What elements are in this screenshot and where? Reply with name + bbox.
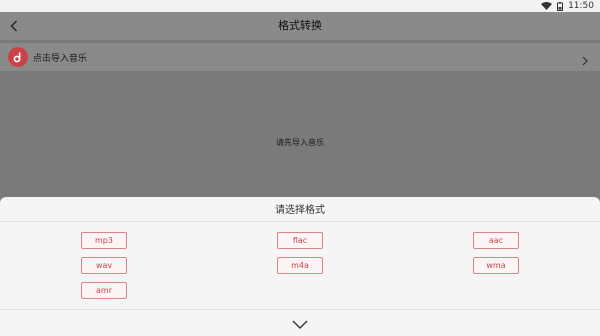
page-title: 格式转换: [278, 19, 322, 32]
chevron-down-icon: [292, 314, 308, 333]
app-bar: 格式转换: [0, 12, 600, 40]
format-flac-button[interactable]: flac: [277, 232, 323, 249]
format-m4a-button[interactable]: m4a: [277, 257, 323, 274]
format-grid: mp3 flac aac wav m4a wma amr: [0, 222, 600, 309]
collapse-sheet-button[interactable]: [0, 309, 600, 336]
format-wav-button[interactable]: wav: [81, 257, 127, 274]
import-music-label: 点击导入音乐: [33, 53, 88, 64]
import-music-row[interactable]: 点击导入音乐: [0, 43, 600, 71]
status-bar: 11:50: [0, 0, 600, 12]
format-mp3-button[interactable]: mp3: [81, 232, 127, 249]
status-time: 11:50: [568, 1, 594, 11]
format-wma-button[interactable]: wma: [473, 257, 519, 274]
back-button[interactable]: [4, 16, 24, 36]
format-amr-button[interactable]: amr: [81, 282, 127, 299]
format-aac-button[interactable]: aac: [473, 232, 519, 249]
empty-state-text: 请先导入音乐: [276, 138, 324, 147]
chevron-right-icon: [582, 51, 588, 70]
wifi-icon: [541, 2, 553, 10]
format-picker-sheet: 请选择格式 mp3 flac aac wav m4a wma amr: [0, 197, 600, 336]
chevron-left-icon: [10, 17, 18, 36]
sheet-title: 请选择格式: [0, 197, 600, 222]
battery-icon: [557, 1, 564, 11]
music-note-icon: [8, 47, 28, 67]
status-icons: 11:50: [541, 0, 594, 12]
